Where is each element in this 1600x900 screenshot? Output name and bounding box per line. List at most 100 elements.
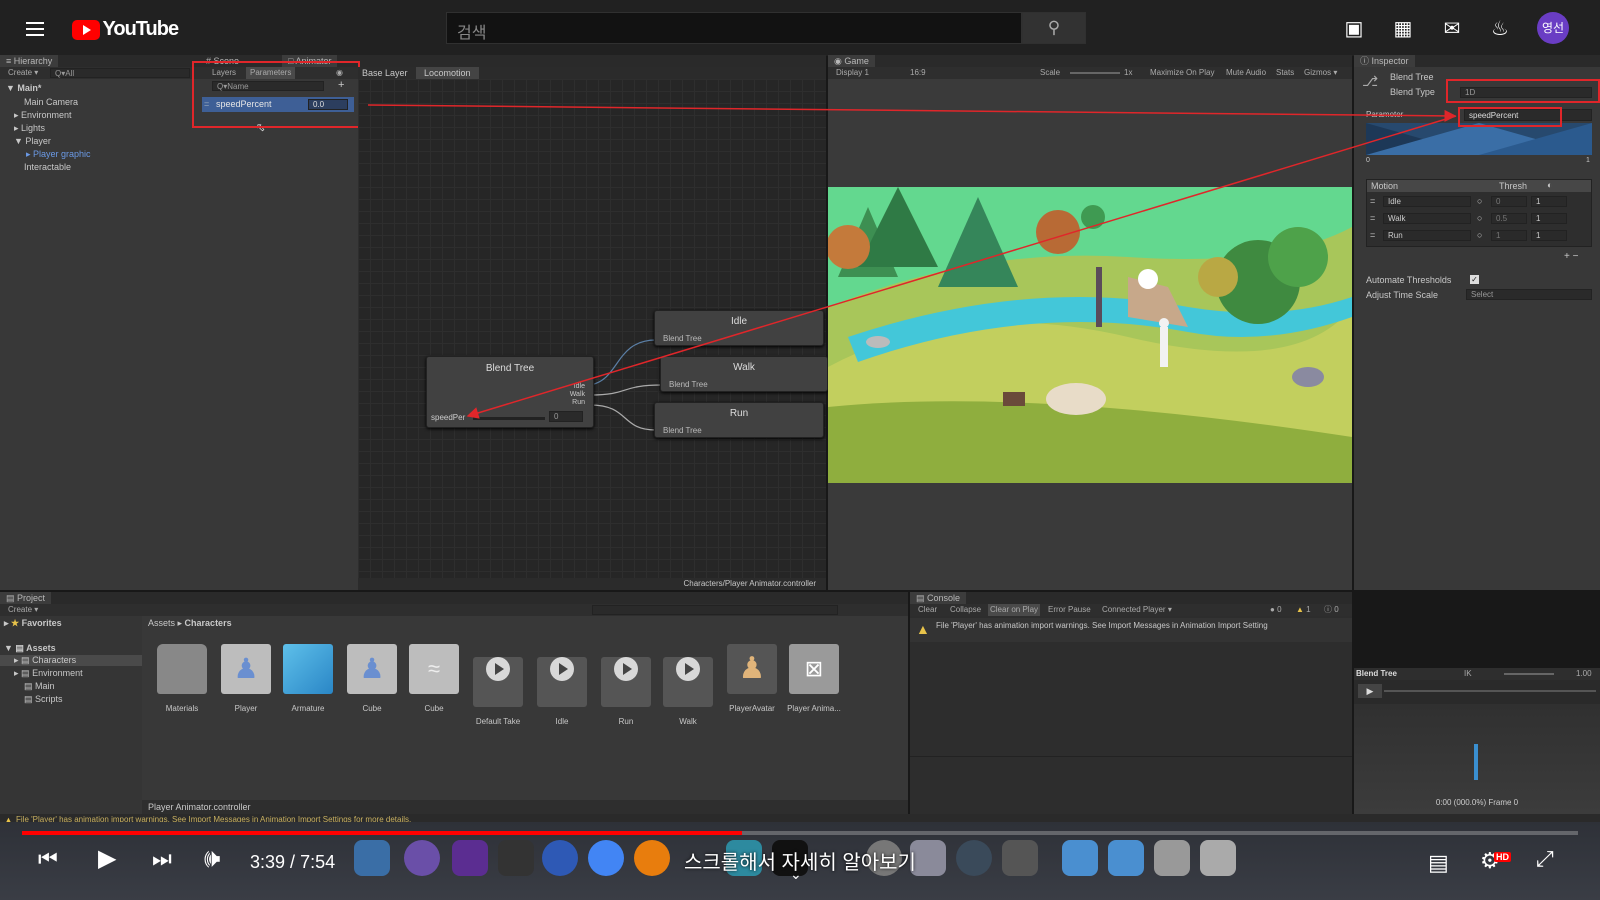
breadcrumb-base-layer[interactable]: Base Layer <box>362 68 408 78</box>
hierarchy-search-input[interactable]: Q▾All <box>50 68 190 78</box>
collapse-toggle[interactable]: Collapse <box>950 604 981 616</box>
progress-bar[interactable] <box>22 831 1578 835</box>
aspect-dropdown[interactable]: 16:9 <box>910 67 926 79</box>
unity-icon[interactable] <box>498 840 534 876</box>
messages-icon[interactable]: ✉ <box>1439 16 1465 41</box>
speed-field[interactable]: 1 <box>1531 213 1567 224</box>
scale-slider[interactable] <box>1070 72 1120 74</box>
breadcrumb-characters[interactable]: Characters <box>185 618 232 628</box>
app-icon[interactable] <box>542 840 578 876</box>
app-icon[interactable] <box>1002 840 1038 876</box>
motion-field[interactable]: Idle <box>1383 196 1471 207</box>
maximize-toggle[interactable]: Maximize On Play <box>1150 67 1214 79</box>
avatar[interactable]: 영선 <box>1537 12 1569 44</box>
asset-item[interactable]: Idle <box>534 644 590 726</box>
create-dropdown[interactable]: Create ▾ <box>8 67 38 79</box>
folder-item[interactable]: ▸ ▤ Characters <box>0 655 142 666</box>
thresh-field[interactable]: 1 <box>1491 230 1527 241</box>
previous-button[interactable]: ⏮ <box>38 846 58 872</box>
hierarchy-item[interactable]: ▸ Environment <box>14 110 72 121</box>
create-video-icon[interactable]: ▣ <box>1341 16 1367 41</box>
preview-timeline[interactable] <box>1384 690 1596 692</box>
display-dropdown[interactable]: Display 1 <box>836 67 869 79</box>
play-button[interactable]: ▶ <box>98 844 116 873</box>
error-pause-toggle[interactable]: Error Pause <box>1048 604 1091 616</box>
motion-field[interactable]: Run <box>1383 230 1471 241</box>
speed-field[interactable]: 1 <box>1531 230 1567 241</box>
error-count[interactable]: ● 0 <box>1270 604 1282 616</box>
add-motion-icon[interactable]: + − <box>1564 251 1578 262</box>
finder-icon[interactable] <box>354 840 390 876</box>
tab-game[interactable]: ◉ Game <box>828 55 875 67</box>
next-button[interactable]: ⏭ <box>152 846 172 872</box>
subtitles-icon[interactable]: ▤ <box>1428 850 1449 876</box>
folder-item[interactable]: ▤ Main <box>24 681 55 692</box>
warning-count[interactable]: ▲ 1 <box>1296 604 1311 616</box>
siri-icon[interactable] <box>404 840 440 876</box>
gizmos-dropdown[interactable]: Gizmos ▾ <box>1304 67 1337 79</box>
breadcrumb-locomotion[interactable]: Locomotion <box>416 67 479 79</box>
ik-toggle[interactable]: IK <box>1464 668 1472 680</box>
drag-handle-icon[interactable]: = <box>1370 230 1375 240</box>
assets-item[interactable]: ▼ ▤ Assets <box>4 643 56 654</box>
hierarchy-item[interactable]: ▸ Lights <box>14 123 45 134</box>
visual-studio-icon[interactable] <box>452 840 488 876</box>
tab-hierarchy[interactable]: ≡ Hierarchy <box>0 55 59 67</box>
automate-thresholds-checkbox[interactable]: ✓ <box>1470 275 1479 284</box>
clear-on-play-toggle[interactable]: Clear on Play <box>988 604 1041 616</box>
stats-toggle[interactable]: Stats <box>1276 67 1294 79</box>
folder-item[interactable]: ▸ ▤ Environment <box>14 668 83 679</box>
console-entry[interactable]: ▲ File 'Player' has animation import war… <box>910 618 1352 642</box>
search-input[interactable]: 검색 <box>446 12 1022 44</box>
chrome-icon[interactable] <box>588 840 624 876</box>
tab-inspector[interactable]: ⓘ Inspector <box>1354 55 1415 67</box>
motion-node-walk[interactable]: Walk Blend Tree <box>660 356 828 392</box>
search-button[interactable]: ⚲ <box>1022 12 1086 44</box>
game-viewport[interactable] <box>828 187 1352 483</box>
app-icon[interactable] <box>956 840 992 876</box>
speed-field[interactable]: 1 <box>1531 196 1567 207</box>
motion-row[interactable]: = Walk ○ 0.5 1 <box>1367 213 1591 227</box>
node-param-slider[interactable] <box>473 417 545 420</box>
tab-console[interactable]: ▤ Console <box>910 592 967 604</box>
hierarchy-item[interactable]: ▸ Player graphic <box>26 149 91 160</box>
thresh-field[interactable]: 0 <box>1491 196 1527 207</box>
folder-icon[interactable] <box>1062 840 1098 876</box>
trash-icon[interactable] <box>1200 840 1236 876</box>
exit-fullscreen-icon[interactable]: ⤢ <box>1536 846 1554 872</box>
hierarchy-item[interactable]: Main Camera <box>24 97 78 107</box>
asset-item[interactable]: Armature <box>280 644 336 713</box>
breadcrumb-assets[interactable]: Assets <box>148 618 175 628</box>
motion-row[interactable]: = Run ○ 1 1 <box>1367 230 1591 244</box>
preview-viewport[interactable]: 0:00 (000.0%) Frame 0 <box>1354 704 1600 814</box>
blender-icon[interactable] <box>634 840 670 876</box>
asset-item[interactable]: ≈ Cube <box>406 644 462 713</box>
favorites-item[interactable]: ▸ ★ Favorites <box>4 618 62 629</box>
asset-item[interactable]: Materials <box>154 644 210 713</box>
asset-item[interactable]: ♟ Cube <box>344 644 400 713</box>
asset-item[interactable]: ♟ PlayerAvatar <box>724 644 780 713</box>
folder-icon[interactable] <box>1108 840 1144 876</box>
clear-button[interactable]: Clear <box>918 604 937 616</box>
scene-root[interactable]: ▼ Main* <box>6 83 41 93</box>
motion-node-idle[interactable]: Idle Blend Tree <box>654 310 824 346</box>
preview-play-button[interactable]: ▶ <box>1358 684 1382 698</box>
project-search-input[interactable] <box>592 605 838 615</box>
drag-handle-icon[interactable]: = <box>1370 196 1375 206</box>
blend-tree-node[interactable]: Blend Tree Idle Walk Run speedPer 0 <box>426 356 594 428</box>
mirror-icon[interactable]: ○ <box>1477 213 1482 223</box>
menu-icon[interactable] <box>26 18 44 40</box>
node-param-value[interactable]: 0 <box>549 411 583 422</box>
connected-player-dropdown[interactable]: Connected Player ▾ <box>1102 604 1172 616</box>
youtube-logo[interactable]: YouTube <box>72 18 179 41</box>
volume-icon[interactable]: 🕪 <box>204 843 220 875</box>
folder-item[interactable]: ▤ Scripts <box>24 694 63 705</box>
chevron-down-icon[interactable]: ⌄ <box>790 866 802 883</box>
asset-item[interactable]: Walk <box>660 644 716 726</box>
asset-item[interactable]: ⊠ Player Anima... <box>786 644 842 713</box>
tab-project[interactable]: ▤ Project <box>0 592 52 604</box>
mirror-icon[interactable]: ○ <box>1477 230 1482 240</box>
apps-grid-icon[interactable]: ▦ <box>1390 16 1416 41</box>
motion-node-run[interactable]: Run Blend Tree <box>654 402 824 438</box>
hierarchy-item[interactable]: Interactable <box>24 162 71 172</box>
